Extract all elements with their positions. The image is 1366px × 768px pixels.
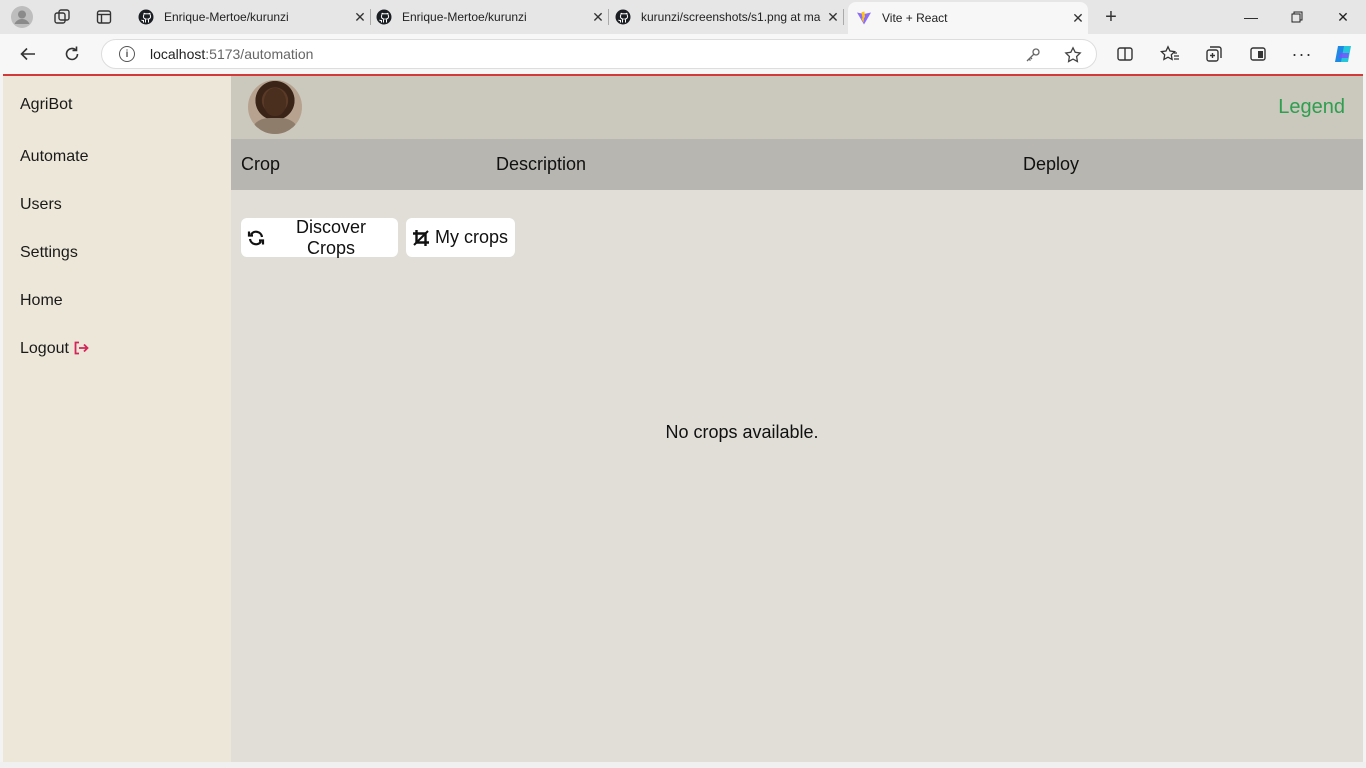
split-screen-icon[interactable] [1110, 40, 1140, 68]
tab-github-3[interactable]: kurunzi/screenshots/s1.png at ma ✕ [615, 0, 844, 34]
my-crops-label: My crops [435, 227, 509, 247]
tab-title: kurunzi/screenshots/s1.png at ma [641, 10, 821, 24]
close-window-icon[interactable]: ✕ [1320, 0, 1366, 34]
github-icon [138, 9, 154, 25]
my-crops-button[interactable]: My crops [406, 218, 515, 257]
browser-essentials-icon[interactable] [1243, 40, 1273, 68]
back-icon[interactable] [13, 40, 43, 68]
nav-logout[interactable]: Logout [20, 340, 89, 358]
refresh-icon [247, 229, 265, 247]
url-host: localhost [150, 46, 206, 62]
collections-icon[interactable] [1199, 40, 1229, 68]
logout-icon [73, 341, 89, 358]
key-icon[interactable] [1024, 46, 1042, 64]
new-tab-icon[interactable]: + [1098, 4, 1124, 30]
close-tab-icon[interactable]: ✕ [588, 7, 608, 27]
nav-automate[interactable]: Automate [20, 148, 88, 166]
address-url[interactable]: localhost:5173/automation [150, 46, 313, 62]
sidebar: AgriBot Automate Users Settings Home Log… [3, 76, 231, 762]
vite-icon [856, 10, 872, 26]
close-tab-icon[interactable]: ✕ [823, 7, 843, 27]
discover-crops-label: Discover Crops [295, 216, 366, 258]
avatar-face [264, 88, 286, 116]
github-icon [615, 9, 631, 25]
column-header-description: Description [496, 154, 587, 174]
legend-link[interactable]: Legend [1278, 96, 1345, 119]
avatar[interactable] [248, 80, 302, 134]
browser-toolbar: i localhost:5173/automation ··· [0, 34, 1366, 74]
main-content: Legend Crop Description Deploy Discover … [231, 76, 1363, 762]
page-viewport: AgriBot Automate Users Settings Home Log… [3, 74, 1363, 762]
tab-title: Vite + React [882, 11, 948, 25]
refresh-icon[interactable] [57, 40, 87, 68]
restore-icon[interactable] [1274, 0, 1320, 34]
column-header-crop: Crop [241, 154, 281, 174]
github-icon [376, 9, 392, 25]
nav-home[interactable]: Home [20, 292, 63, 310]
workspaces-icon[interactable] [48, 4, 76, 30]
close-tab-icon[interactable]: ✕ [350, 7, 370, 27]
close-tab-icon[interactable]: ✕ [1068, 8, 1088, 28]
table-header: Crop Description Deploy [231, 139, 1363, 190]
crop-icon [412, 229, 430, 247]
empty-state-message: No crops available. [665, 422, 819, 442]
top-bar: Legend [231, 76, 1363, 139]
favorites-icon[interactable] [1155, 40, 1185, 68]
discover-crops-button[interactable]: Discover Crops [241, 216, 398, 258]
nav-users[interactable]: Users [20, 196, 62, 214]
bottom-edge [0, 762, 1366, 768]
tab-title: Enrique-Mertoe/kurunzi [402, 10, 527, 24]
copilot-icon[interactable] [1328, 40, 1358, 68]
minimize-icon[interactable]: — [1228, 0, 1274, 34]
tab-vite-react[interactable]: Vite + React ✕ [848, 2, 1088, 34]
nav-logout-label: Logout [20, 340, 69, 357]
tab-strip: Enrique-Mertoe/kurunzi ✕ Enrique-Mertoe/… [0, 0, 1366, 34]
app-brand: AgriBot [20, 96, 73, 113]
avatar-shirt [254, 118, 296, 134]
address-bar[interactable]: i localhost:5173/automation [101, 39, 1097, 69]
tab-github-1[interactable]: Enrique-Mertoe/kurunzi ✕ [136, 0, 371, 34]
favorite-star-icon[interactable] [1064, 46, 1082, 64]
more-menu-icon[interactable]: ··· [1287, 40, 1317, 68]
column-header-deploy: Deploy [1023, 154, 1080, 174]
nav-settings[interactable]: Settings [20, 244, 78, 262]
tab-github-2[interactable]: Enrique-Mertoe/kurunzi ✕ [376, 0, 609, 34]
profile-icon[interactable] [8, 4, 36, 30]
tab-title: Enrique-Mertoe/kurunzi [164, 10, 289, 24]
browser-window: Enrique-Mertoe/kurunzi ✕ Enrique-Mertoe/… [0, 0, 1366, 768]
site-info-icon[interactable]: i [119, 46, 135, 62]
tab-actions-icon[interactable] [90, 4, 118, 30]
url-path: :5173/automation [205, 46, 314, 62]
